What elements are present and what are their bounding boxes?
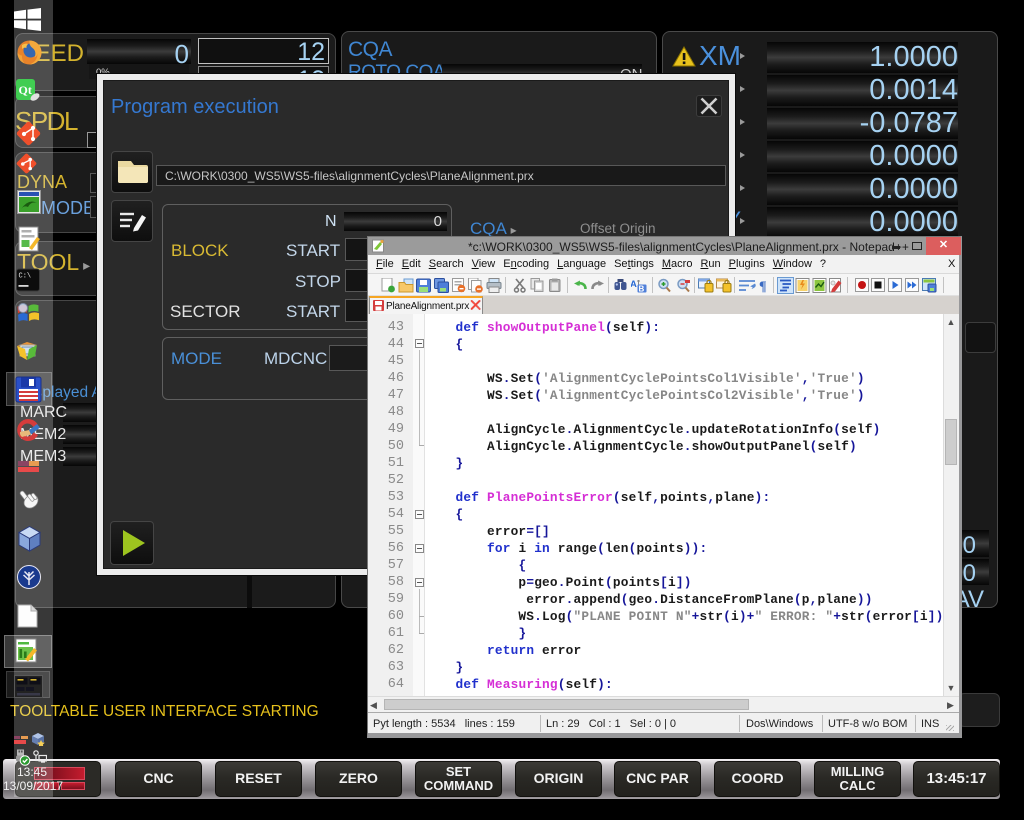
svg-text:¶: ¶ (759, 280, 767, 294)
svg-text:B: B (639, 285, 645, 294)
svg-text:C:\: C:\ (19, 273, 32, 281)
svg-text:Qt: Qt (19, 83, 32, 97)
svg-text:A: A (631, 279, 637, 290)
